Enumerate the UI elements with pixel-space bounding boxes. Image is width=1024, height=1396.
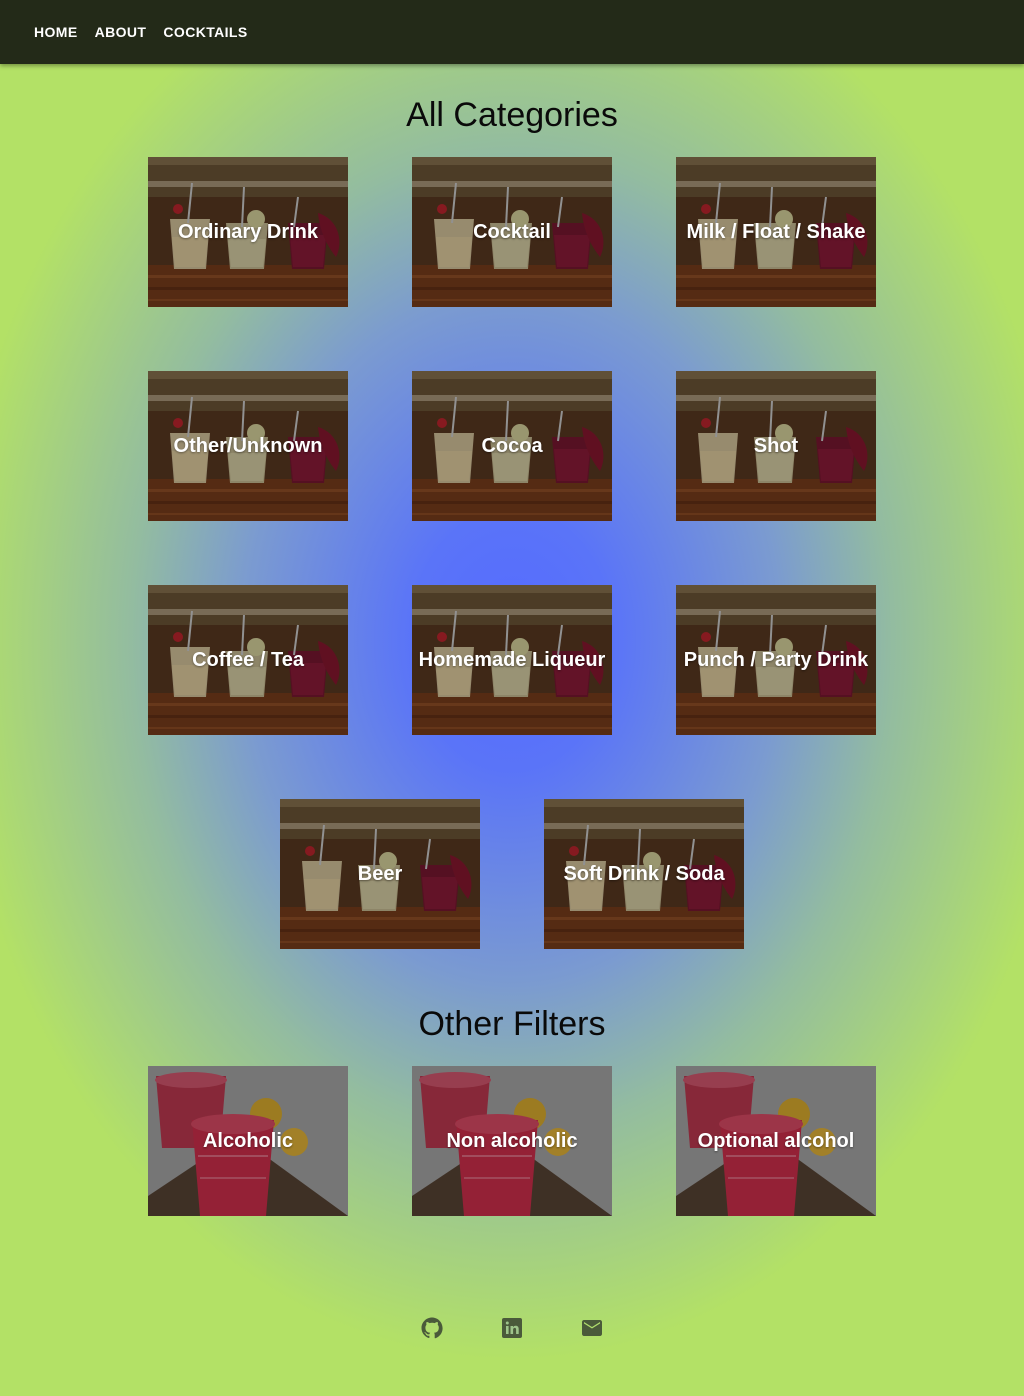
category-card-other-unknown[interactable]: Other/Unknown bbox=[148, 371, 348, 521]
category-label: Ordinary Drink bbox=[177, 220, 319, 243]
category-label: Cocktail bbox=[473, 220, 551, 243]
category-label: Coffee / Tea bbox=[192, 648, 304, 671]
nav-home-link[interactable]: HOME bbox=[34, 24, 78, 40]
filter-card-optional-alcohol[interactable]: Optional alcohol bbox=[676, 1066, 876, 1216]
category-label: Beer bbox=[357, 862, 403, 885]
nav-cocktails-link[interactable]: COCKTAILS bbox=[163, 24, 247, 40]
category-card-milk-float-shake[interactable]: Milk / Float / Shake bbox=[676, 157, 876, 307]
category-card-homemade-liqueur[interactable]: Homemade Liqueur bbox=[412, 585, 612, 735]
filter-label: Non alcoholic bbox=[446, 1129, 578, 1152]
top-navbar: HOME ABOUT COCKTAILS bbox=[0, 0, 1024, 64]
category-card-soft-drink-soda[interactable]: Soft Drink / Soda bbox=[544, 799, 744, 949]
category-card-ordinary-drink[interactable]: Ordinary Drink bbox=[148, 157, 348, 307]
nav-about-link[interactable]: ABOUT bbox=[95, 24, 147, 40]
filter-card-alcoholic[interactable]: Alcoholic bbox=[148, 1066, 348, 1216]
category-card-cocktail[interactable]: Cocktail bbox=[412, 157, 612, 307]
filters-grid: Alcoholic Non alcoholic Optional alcohol bbox=[0, 1066, 1024, 1280]
categories-heading: All Categories bbox=[406, 96, 618, 134]
category-card-shot[interactable]: Shot bbox=[676, 371, 876, 521]
category-label: Punch / Party Drink bbox=[683, 648, 869, 671]
category-label: Homemade Liqueur bbox=[418, 648, 606, 671]
category-card-punch-party-drink[interactable]: Punch / Party Drink bbox=[676, 585, 876, 735]
github-icon[interactable] bbox=[420, 1312, 444, 1344]
categories-grid: Ordinary Drink Cocktail Milk / Float / S… bbox=[0, 157, 1024, 1013]
category-label: Milk / Float / Shake bbox=[686, 220, 866, 243]
category-label: Shot bbox=[753, 434, 799, 457]
category-card-coffee-tea[interactable]: Coffee / Tea bbox=[148, 585, 348, 735]
category-label: Cocoa bbox=[481, 434, 543, 457]
category-label: Soft Drink / Soda bbox=[563, 862, 725, 885]
footer bbox=[0, 1312, 1024, 1344]
category-label: Other/Unknown bbox=[173, 434, 323, 457]
linkedin-icon[interactable] bbox=[500, 1312, 524, 1344]
category-card-cocoa[interactable]: Cocoa bbox=[412, 371, 612, 521]
email-icon[interactable] bbox=[580, 1312, 604, 1344]
filter-label: Optional alcohol bbox=[697, 1129, 855, 1152]
filters-heading: Other Filters bbox=[418, 1005, 606, 1043]
category-card-beer[interactable]: Beer bbox=[280, 799, 480, 949]
filter-card-non-alcoholic[interactable]: Non alcoholic bbox=[412, 1066, 612, 1216]
filter-label: Alcoholic bbox=[202, 1129, 293, 1152]
